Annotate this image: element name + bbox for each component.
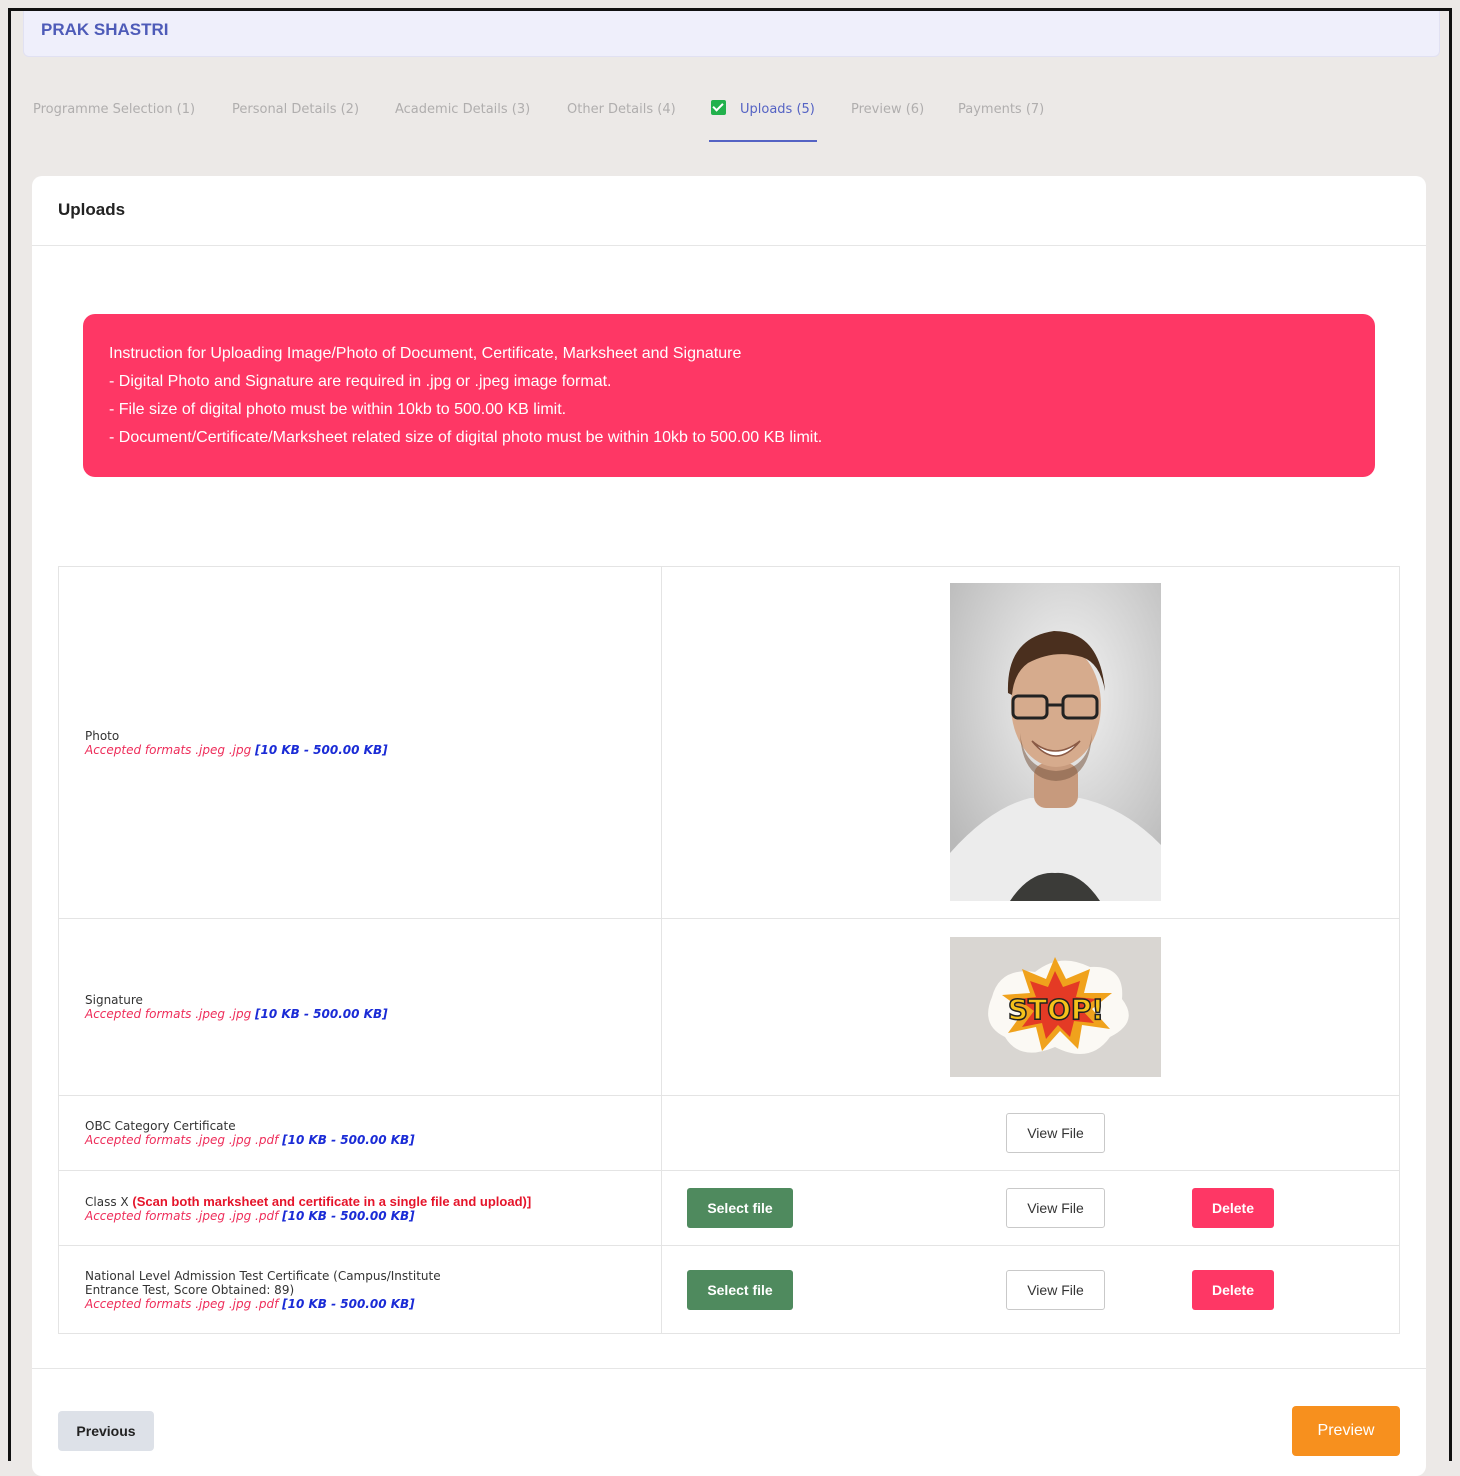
table-row: Class X (Scan both marksheet and certifi… [58,1170,1400,1246]
upload-label-cell: National Level Admission Test Certificat… [58,1245,662,1334]
accepted-formats: Accepted formats .jpeg .jpg .pdf [10 KB … [85,1296,415,1311]
upload-label: OBC Category Certificate [85,1119,236,1133]
applicant-name-bar: PRAK SHASTRI [23,11,1440,57]
checkbox-checked-icon [711,100,726,115]
upload-label: Signature [85,993,143,1007]
delete-button[interactable]: Delete [1192,1270,1274,1310]
table-row: National Level Admission Test Certificat… [58,1245,1400,1334]
tab-programme-selection[interactable]: Programme Selection (1) [33,99,195,137]
upload-label-cell: OBC Category Certificate Accepted format… [58,1095,662,1171]
footer-divider [32,1368,1426,1369]
upload-action-cell: Select file View File Delete [661,1170,1400,1246]
upload-label-cell: Signature Accepted formats .jpeg .jpg [1… [58,918,662,1096]
select-file-button[interactable]: Select file [687,1188,793,1228]
page-frame: PRAK SHASTRI Programme Selection (1) Per… [8,8,1452,1476]
view-file-button[interactable]: View File [1006,1113,1105,1153]
uploads-card: Uploads Instruction for Uploading Image/… [32,176,1426,1476]
upload-label: Entrance Test, Score Obtained: 89) [85,1282,295,1297]
person-portrait-image [950,583,1161,901]
tab-personal-details[interactable]: Personal Details (2) [232,99,359,137]
select-file-button[interactable]: Select file [687,1270,793,1310]
accepted-formats: Accepted formats .jpeg .jpg [10 KB - 500… [85,1007,388,1021]
view-file-button[interactable]: View File [1006,1188,1105,1228]
stop-sticker-image: STOP! [950,937,1161,1077]
active-tab-underline [709,140,817,142]
applicant-name: PRAK SHASTRI [41,20,169,39]
upload-action-cell: STOP! [661,918,1400,1096]
upload-label: National Level Admission Test Certificat… [85,1268,441,1283]
upload-label-cell: Class X (Scan both marksheet and certifi… [58,1170,662,1246]
instruction-line: - File size of digital photo must be wit… [109,401,567,418]
upload-action-cell: View File [661,1095,1400,1171]
uploaded-photo [950,583,1161,901]
previous-button[interactable]: Previous [58,1411,154,1451]
table-row: Signature Accepted formats .jpeg .jpg [1… [58,918,1400,1096]
accepted-formats: Accepted formats .jpeg .jpg .pdf [10 KB … [85,1208,415,1223]
tab-uploads[interactable]: Uploads (5) [709,99,817,142]
tab-other-details[interactable]: Other Details (4) [567,99,676,137]
accepted-formats: Accepted formats .jpeg .jpg [10 KB - 500… [85,742,388,757]
upload-action-cell [661,566,1400,919]
upload-action-cell: Select file View File Delete [661,1245,1400,1334]
sticker-text: STOP! [1008,993,1104,1026]
uploaded-signature: STOP! [950,937,1161,1077]
upload-note: (Scan both marksheet and certificate in … [132,1193,532,1209]
tab-payments[interactable]: Payments (7) [958,99,1044,137]
table-row: Photo Accepted formats .jpeg .jpg [10 KB… [58,566,1400,919]
view-file-button[interactable]: View File [1006,1270,1105,1310]
accepted-formats: Accepted formats .jpeg .jpg .pdf [10 KB … [85,1133,415,1147]
preview-button[interactable]: Preview [1292,1406,1400,1456]
card-header: Uploads [32,176,1426,246]
step-tabs: Programme Selection (1) Personal Details… [11,99,1411,159]
upload-label-cell: Photo Accepted formats .jpeg .jpg [10 KB… [58,566,662,919]
instruction-line: - Digital Photo and Signature are requir… [109,373,612,390]
upload-label: Class X [85,1194,133,1209]
instruction-line: Instruction for Uploading Image/Photo of… [109,345,742,362]
tab-preview[interactable]: Preview (6) [851,99,924,137]
upload-label: Photo [85,728,120,743]
table-row: OBC Category Certificate Accepted format… [58,1095,1400,1171]
uploads-table: Photo Accepted formats .jpeg .jpg [10 KB… [58,566,1400,1334]
instruction-line: - Document/Certificate/Marksheet related… [109,429,823,446]
upload-instructions-alert: Instruction for Uploading Image/Photo of… [83,314,1375,477]
card-title: Uploads [58,200,126,219]
tab-academic-details[interactable]: Academic Details (3) [395,99,530,137]
delete-button[interactable]: Delete [1192,1188,1274,1228]
